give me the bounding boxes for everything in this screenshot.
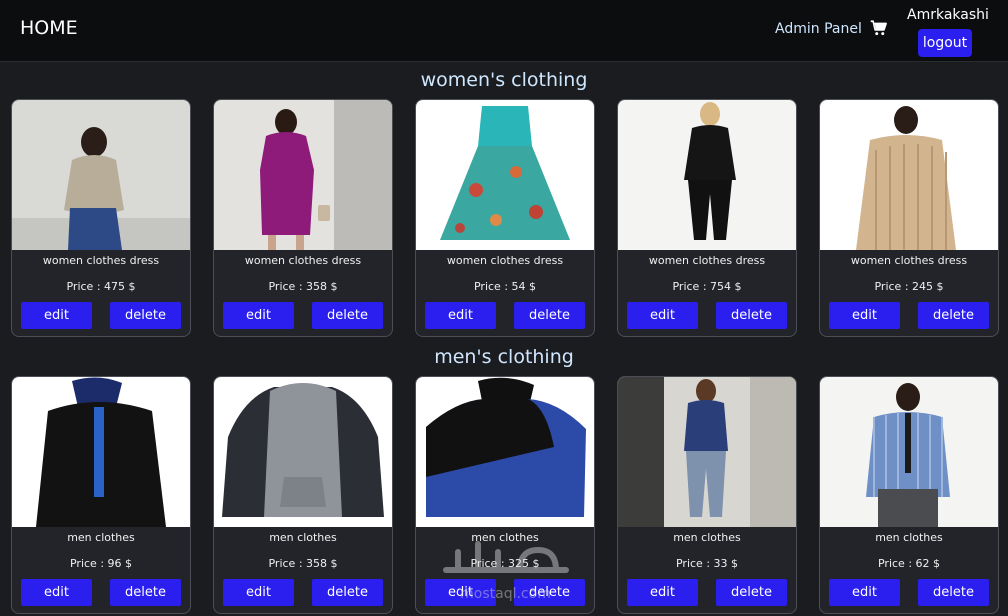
product-card: women clothes dress Price : 475 $ edit d…	[11, 99, 191, 337]
navbar: HOME Admin Panel Amrkakashi logout	[0, 0, 1008, 62]
edit-button[interactable]: edit	[223, 302, 294, 329]
product-title: men clothes	[875, 531, 943, 544]
product-card: women clothes dress Price : 358 $ edit d…	[213, 99, 393, 337]
product-title: women clothes dress	[42, 254, 160, 267]
product-image[interactable]	[618, 100, 796, 250]
product-title: women clothes dress	[446, 254, 564, 267]
product-image[interactable]	[618, 377, 796, 527]
product-price: Price : 358 $	[268, 280, 338, 293]
home-link[interactable]: HOME	[20, 17, 78, 39]
edit-button[interactable]: edit	[829, 579, 900, 606]
product-price: Price : 96 $	[69, 557, 133, 570]
delete-button[interactable]: delete	[918, 579, 989, 606]
product-price: Price : 358 $	[268, 557, 338, 570]
edit-button[interactable]: edit	[425, 302, 496, 329]
delete-button[interactable]: delete	[716, 302, 787, 329]
product-card: men clothes Price : 358 $ edit delete	[213, 376, 393, 614]
edit-button[interactable]: edit	[627, 302, 698, 329]
product-card: women clothes dress Price : 754 $ edit d…	[617, 99, 797, 337]
delete-button[interactable]: delete	[514, 579, 585, 606]
delete-button[interactable]: delete	[110, 579, 181, 606]
product-price: Price : 475 $	[66, 280, 136, 293]
product-price: Price : 54 $	[473, 280, 537, 293]
product-title: men clothes	[471, 531, 539, 544]
username: Amrkakashi	[907, 7, 989, 23]
admin-panel-link[interactable]: Admin Panel	[775, 21, 862, 37]
product-price: Price : 245 $	[874, 280, 944, 293]
logout-button[interactable]: logout	[918, 29, 972, 57]
edit-button[interactable]: edit	[425, 579, 496, 606]
product-price: Price : 33 $	[675, 557, 739, 570]
product-title: men clothes	[673, 531, 741, 544]
delete-button[interactable]: delete	[716, 579, 787, 606]
section-title-men: men's clothing	[434, 346, 574, 368]
product-image[interactable]	[820, 100, 998, 250]
edit-button[interactable]: edit	[627, 579, 698, 606]
product-image[interactable]	[820, 377, 998, 527]
product-title: women clothes dress	[648, 254, 766, 267]
product-price: Price : 62 $	[877, 557, 941, 570]
product-price: Price : 325 $	[470, 557, 540, 570]
delete-button[interactable]: delete	[918, 302, 989, 329]
edit-button[interactable]: edit	[829, 302, 900, 329]
edit-button[interactable]: edit	[223, 579, 294, 606]
delete-button[interactable]: delete	[312, 579, 383, 606]
section-title-women: women's clothing	[420, 69, 588, 91]
product-card: men clothes Price : 62 $ edit delete	[819, 376, 999, 614]
edit-button[interactable]: edit	[21, 579, 92, 606]
product-card: men clothes Price : 33 $ edit delete	[617, 376, 797, 614]
product-image[interactable]	[416, 100, 594, 250]
product-title: women clothes dress	[244, 254, 362, 267]
product-card: women clothes dress Price : 54 $ edit de…	[415, 99, 595, 337]
product-image[interactable]	[12, 377, 190, 527]
delete-button[interactable]: delete	[312, 302, 383, 329]
delete-button[interactable]: delete	[110, 302, 181, 329]
product-title: men clothes	[67, 531, 135, 544]
edit-button[interactable]: edit	[21, 302, 92, 329]
product-image[interactable]	[214, 100, 392, 250]
product-card: men clothes Price : 96 $ edit delete	[11, 376, 191, 614]
product-card: men clothes Price : 325 $ edit delete	[415, 376, 595, 614]
product-image[interactable]	[214, 377, 392, 527]
product-image[interactable]	[12, 100, 190, 250]
product-title: men clothes	[269, 531, 337, 544]
shopping-cart-icon[interactable]	[870, 19, 888, 37]
product-title: women clothes dress	[850, 254, 968, 267]
product-card: women clothes dress Price : 245 $ edit d…	[819, 99, 999, 337]
delete-button[interactable]: delete	[514, 302, 585, 329]
product-price: Price : 754 $	[672, 280, 742, 293]
product-image[interactable]	[416, 377, 594, 527]
